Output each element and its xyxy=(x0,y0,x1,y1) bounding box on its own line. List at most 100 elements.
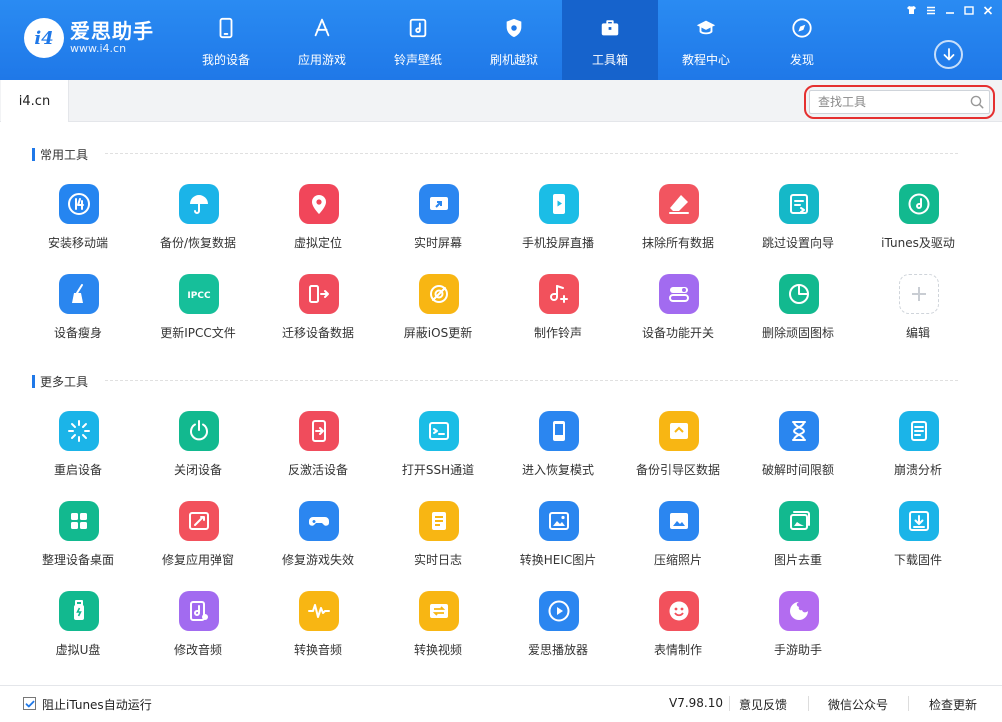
search-highlight xyxy=(804,85,995,119)
tool-phone-play[interactable]: 手机投屏直播 xyxy=(498,184,618,250)
tool-wizard[interactable]: 跳过设置向导 xyxy=(738,184,858,250)
tool-usb[interactable]: 虚拟U盘 xyxy=(18,591,138,657)
tool-broom[interactable]: 设备瘦身 xyxy=(18,274,138,340)
maximize-button[interactable] xyxy=(960,3,977,17)
tool-grid[interactable]: 整理设备桌面 xyxy=(18,501,138,567)
main-nav: 我的设备 应用游戏 铃声壁纸 刷机越狱 工具箱 教程中心 发现 xyxy=(178,0,850,80)
tool-tile xyxy=(899,501,939,541)
tool-report[interactable]: 崩溃分析 xyxy=(858,411,978,477)
tool-label: 设备瘦身 xyxy=(53,326,102,340)
tab-i4cn[interactable]: i4.cn xyxy=(1,80,69,122)
tool-audio-edit[interactable]: 修改音频 xyxy=(138,591,258,657)
nav-item-graduation[interactable]: 教程中心 xyxy=(658,0,754,80)
tool-hourglass[interactable]: 破解时间限额 xyxy=(738,411,858,477)
svg-text:IPCC: IPCC xyxy=(187,291,211,301)
nav-label: 刷机越狱 xyxy=(489,53,538,67)
more-tools-grid: 重启设备 关闭设备 反激活设备 打开SSH通道 进入恢复模式 备份引导区数据 破… xyxy=(18,411,978,657)
tool-deactivate[interactable]: 反激活设备 xyxy=(258,411,378,477)
tool-firmware-download[interactable]: 下载固件 xyxy=(858,501,978,567)
nav-item-music[interactable]: 铃声壁纸 xyxy=(370,0,466,80)
nav-item-shield[interactable]: 刷机越狱 xyxy=(466,0,562,80)
tool-tile xyxy=(299,501,339,541)
tool-recovery[interactable]: 进入恢复模式 xyxy=(498,411,618,477)
tool-ringtone[interactable]: 制作铃声 xyxy=(498,274,618,340)
tool-label: 修复游戏失效 xyxy=(281,553,354,567)
grid-icon xyxy=(71,513,87,529)
minimize-icon xyxy=(945,11,954,14)
edit-tools-button[interactable]: 编辑 xyxy=(858,274,978,340)
tool-umbrella[interactable]: 备份/恢复数据 xyxy=(138,184,258,250)
tool-screen-share[interactable]: 实时屏幕 xyxy=(378,184,498,250)
tool-restart[interactable]: 重启设备 xyxy=(18,411,138,477)
tool-emoji[interactable]: 表情制作 xyxy=(618,591,738,657)
title-bar: i4 爱思助手 www.i4.cn 我的设备 应用游戏 铃声壁纸 刷机越狱 工具… xyxy=(0,0,1002,80)
tool-tile xyxy=(779,501,819,541)
feedback-link[interactable]: 意见反馈 xyxy=(739,696,787,713)
tool-video-convert[interactable]: 转换视频 xyxy=(378,591,498,657)
tool-location-pin[interactable]: 虚拟定位 xyxy=(258,184,378,250)
tool-compress-photo[interactable]: 压缩照片 xyxy=(618,501,738,567)
itunes-icon xyxy=(908,193,930,215)
tool-i4-logo[interactable]: 安装移动端 xyxy=(18,184,138,250)
minimize-button[interactable] xyxy=(941,3,958,17)
search-input[interactable] xyxy=(810,91,960,113)
tool-label: 虚拟U盘 xyxy=(55,643,101,657)
tool-label: 手机投屏直播 xyxy=(521,236,594,250)
tool-heic[interactable]: 转换HEIC图片 xyxy=(498,501,618,567)
section-title-common: 常用工具 xyxy=(32,146,88,163)
tool-label: 转换音频 xyxy=(293,643,342,657)
tool-log[interactable]: 实时日志 xyxy=(378,501,498,567)
wizard-icon xyxy=(790,194,808,214)
nav-label: 应用游戏 xyxy=(297,53,346,67)
tool-migrate[interactable]: 迁移设备数据 xyxy=(258,274,378,340)
tool-game-assistant[interactable]: 手游助手 xyxy=(738,591,858,657)
ipcc-icon: IPCC xyxy=(187,291,211,301)
logo-badge: i4 xyxy=(24,18,64,58)
usb-icon xyxy=(74,600,84,620)
tool-waveform[interactable]: 转换音频 xyxy=(258,591,378,657)
tool-label: 更新IPCC文件 xyxy=(160,326,236,340)
tool-tile xyxy=(419,184,459,224)
check-update-link[interactable]: 检查更新 xyxy=(929,696,977,713)
video-convert-icon xyxy=(430,604,448,618)
tool-tile xyxy=(299,591,339,631)
section-divider xyxy=(105,380,958,381)
close-button[interactable] xyxy=(979,3,996,17)
tool-eraser[interactable]: 抹除所有数据 xyxy=(618,184,738,250)
nav-item-toolbox[interactable]: 工具箱 xyxy=(562,0,658,80)
tool-gamepad[interactable]: 修复游戏失效 xyxy=(258,501,378,567)
tool-itunes[interactable]: iTunes及驱动 xyxy=(858,184,978,250)
tab-bar: i4.cn xyxy=(0,80,1002,122)
tool-label: 手游助手 xyxy=(773,643,822,657)
appstore-icon xyxy=(314,18,330,37)
tool-label: 删除顽固图标 xyxy=(761,326,834,340)
tool-block-gear[interactable]: 屏蔽iOS更新 xyxy=(378,274,498,340)
tool-player[interactable]: 爱思播放器 xyxy=(498,591,618,657)
skin-button[interactable] xyxy=(903,3,920,17)
tool-power[interactable]: 关闭设备 xyxy=(138,411,258,477)
search-icon[interactable] xyxy=(970,95,984,109)
tool-repair[interactable]: 修复应用弹窗 xyxy=(138,501,258,567)
ringtone-icon xyxy=(550,285,568,303)
shirt-icon xyxy=(907,6,916,14)
tool-toggle[interactable]: 设备功能开关 xyxy=(618,274,738,340)
section-title-text: 常用工具 xyxy=(40,148,89,162)
tool-tile xyxy=(59,411,99,451)
nav-item-compass[interactable]: 发现 xyxy=(754,0,850,80)
tool-ipcc[interactable]: IPCC 更新IPCC文件 xyxy=(138,274,258,340)
wechat-link[interactable]: 微信公众号 xyxy=(828,696,888,713)
tool-label: 关闭设备 xyxy=(173,463,222,477)
menu-button[interactable] xyxy=(922,3,939,17)
nav-item-appstore[interactable]: 应用游戏 xyxy=(274,0,370,80)
nav-item-phone[interactable]: 我的设备 xyxy=(178,0,274,80)
tool-dedupe-photo[interactable]: 图片去重 xyxy=(738,501,858,567)
block-itunes-checkbox[interactable] xyxy=(23,697,36,710)
download-manager-button[interactable] xyxy=(934,40,963,69)
block-itunes-label[interactable]: 阻止iTunes自动运行 xyxy=(42,696,152,713)
app-logo: i4 爱思助手 www.i4.cn xyxy=(24,18,154,58)
window-controls xyxy=(903,3,996,17)
tool-terminal[interactable]: 打开SSH通道 xyxy=(378,411,498,477)
tool-pie[interactable]: 删除顽固图标 xyxy=(738,274,858,340)
tool-backup-boot[interactable]: 备份引导区数据 xyxy=(618,411,738,477)
broom-icon xyxy=(72,284,83,303)
